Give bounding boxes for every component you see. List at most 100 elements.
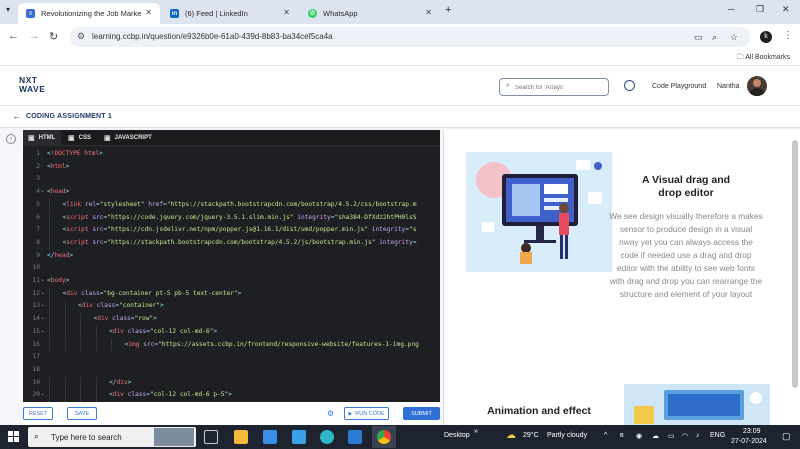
volume-icon[interactable]: ♪: [696, 432, 700, 439]
code-line[interactable]: 19 </div>: [23, 376, 440, 390]
wifi-icon[interactable]: ◠: [682, 432, 688, 440]
store-icon[interactable]: [292, 430, 306, 444]
code-line[interactable]: 3: [23, 173, 440, 186]
code-line[interactable]: 18: [23, 364, 440, 377]
all-bookmarks[interactable]: 🗀 All Bookmarks: [737, 53, 790, 64]
fold-toggle-icon[interactable]: ▾: [41, 389, 44, 402]
language-indicator[interactable]: ENG: [710, 432, 725, 439]
bookmark-star-icon[interactable]: ☆: [730, 32, 738, 43]
submit-button[interactable]: SUBMIT: [403, 407, 440, 420]
code-line[interactable]: 17: [23, 351, 440, 364]
bluetooth-icon[interactable]: ʙ: [620, 432, 624, 439]
clock-time[interactable]: 23:09: [743, 428, 761, 435]
task-view-icon[interactable]: [204, 430, 218, 444]
tab-search-icon[interactable]: ▾: [6, 5, 10, 14]
reset-button[interactable]: RESET: [23, 407, 53, 420]
fold-toggle-icon[interactable]: ▾: [41, 300, 44, 313]
collapse-panel-icon[interactable]: ›: [6, 134, 16, 144]
indent-guide: [80, 389, 81, 402]
back-icon[interactable]: ←: [8, 30, 19, 42]
search-box[interactable]: ⌕: [499, 78, 609, 96]
code-line[interactable]: 13 ▾ <div class="container">: [23, 300, 440, 314]
indent-guide: [64, 300, 66, 314]
fold-toggle-icon[interactable]: ▾: [41, 313, 44, 326]
fold-toggle-icon[interactable]: ▾: [41, 326, 44, 339]
code-line[interactable]: 8 <script src="https://stackpath.bootstra…: [23, 236, 440, 250]
tab-html[interactable]: ▣ HTML: [23, 130, 61, 146]
code-line[interactable]: 9 </head>: [23, 250, 440, 263]
fold-toggle-icon[interactable]: ▾: [41, 275, 44, 288]
preview-scrollbar[interactable]: [792, 140, 798, 388]
line-number: 9: [36, 251, 40, 259]
user-avatar[interactable]: [747, 76, 767, 96]
tab-job-market[interactable]: ≡ Revolutionizing the Job Marke ✕: [18, 3, 160, 24]
fold-toggle-icon[interactable]: ▾: [41, 186, 44, 199]
network-icon[interactable]: ◉: [636, 432, 642, 440]
photos-icon[interactable]: [263, 430, 277, 444]
nxtwave-logo[interactable]: NXT WAVE: [19, 76, 45, 94]
file-explorer-icon[interactable]: [234, 430, 248, 444]
code-line[interactable]: 12 ▾ <div class="bg-container pt-5 pb-5 te…: [23, 287, 440, 301]
code-editor[interactable]: ▣ HTML ▣ CSS ▣ JAVASCRIPT 1 <!DOCTYPE htm…: [23, 130, 462, 402]
code-line[interactable]: 10: [23, 262, 440, 275]
site-info-icon[interactable]: ⚙: [77, 31, 85, 42]
tab-linkedin[interactable]: in (6) Feed | LinkedIn ✕: [162, 3, 298, 24]
tab-whatsapp[interactable]: ✆ WhatsApp ✕: [300, 3, 440, 24]
close-tab-icon[interactable]: ✕: [145, 8, 152, 17]
zoom-icon[interactable]: ⌕: [712, 32, 717, 43]
code-line[interactable]: 11 ▾ <body>: [23, 275, 440, 288]
user-name[interactable]: Nantha: [717, 83, 740, 90]
weather-desc[interactable]: Partly cloudy: [547, 432, 587, 439]
code-line[interactable]: 6 <script src="https://code.jquery.com/jq…: [23, 211, 440, 225]
close-window-icon[interactable]: ✕: [782, 4, 790, 15]
code-line[interactable]: 1 <!DOCTYPE html>: [23, 148, 440, 161]
code-playground-link[interactable]: Code Playground: [652, 83, 706, 90]
restore-icon[interactable]: ❐: [756, 4, 764, 15]
onedrive-icon[interactable]: ☁: [652, 432, 659, 440]
edge-icon[interactable]: [320, 430, 334, 444]
address-bar[interactable]: ⚙ learning.ccbp.in/question/e9326b0e-61a…: [70, 27, 750, 47]
weather-temp[interactable]: 29°C: [523, 432, 539, 439]
notifications-icon[interactable]: ▢: [782, 431, 791, 442]
cast-icon[interactable]: ▭: [694, 32, 703, 43]
browser-menu-icon[interactable]: ⋮: [783, 30, 793, 41]
code-area[interactable]: 1 <!DOCTYPE html> 2 <html> 3 4 ▾ <head> 5 <link r…: [23, 148, 440, 402]
code-line[interactable]: 5 <link rel="stylesheet" href="https://st…: [23, 198, 440, 212]
close-tab-icon[interactable]: ✕: [283, 8, 290, 17]
desktop-chevron-icon[interactable]: »: [474, 428, 478, 435]
fold-toggle-icon[interactable]: ▾: [41, 288, 44, 301]
code-text: <body>: [47, 277, 70, 284]
code-line[interactable]: 20 ▾ <div class="col-12 col-md-6 p-5">: [23, 389, 440, 402]
chrome-taskbar-active[interactable]: [372, 426, 396, 448]
code-line[interactable]: 16 <img src="https://assets.ccbp.in/front…: [23, 338, 440, 352]
indent-guide: [49, 325, 50, 339]
battery-icon[interactable]: ▭: [668, 432, 675, 440]
save-button[interactable]: SAVE: [67, 407, 97, 420]
reload-icon[interactable]: ↻: [49, 30, 58, 43]
tab-css[interactable]: ▣ CSS: [63, 130, 97, 146]
search-input[interactable]: [515, 82, 605, 93]
clock-date[interactable]: 27-07-2024: [731, 438, 767, 445]
code-line[interactable]: 7 <script src="https://cdn.jsdelivr.net/n…: [23, 224, 440, 237]
new-tab-button[interactable]: +: [445, 4, 451, 16]
back-arrow-icon[interactable]: ←: [12, 111, 21, 121]
code-line[interactable]: 2 <html>: [23, 161, 440, 174]
close-tab-icon[interactable]: ✕: [425, 8, 432, 17]
indent-guide: [49, 313, 50, 326]
settings-gear-icon[interactable]: ⚙: [327, 409, 334, 418]
profile-avatar[interactable]: k: [760, 31, 772, 43]
forward-icon[interactable]: →: [29, 30, 40, 42]
desktop-label[interactable]: Desktop: [444, 432, 470, 439]
run-code-button[interactable]: ▶ RUN CODE: [344, 407, 389, 420]
code-line[interactable]: 15 ▾ <div class="col-12 col-md-6">: [23, 325, 440, 339]
tab-label: WhatsApp: [323, 9, 358, 18]
tray-chevron-icon[interactable]: ^: [604, 432, 607, 439]
code-line[interactable]: 14 ▾ <div class="row">: [23, 313, 440, 326]
minimize-icon[interactable]: ─: [728, 4, 734, 14]
streak-icon[interactable]: [624, 80, 635, 91]
mail-icon[interactable]: [348, 430, 362, 444]
windows-start-icon[interactable]: [8, 431, 19, 442]
tab-javascript[interactable]: ▣ JAVASCRIPT: [99, 130, 169, 146]
code-line[interactable]: 4 ▾ <head>: [23, 186, 440, 199]
taskbar-search[interactable]: ⌕ Type here to search: [28, 427, 196, 447]
